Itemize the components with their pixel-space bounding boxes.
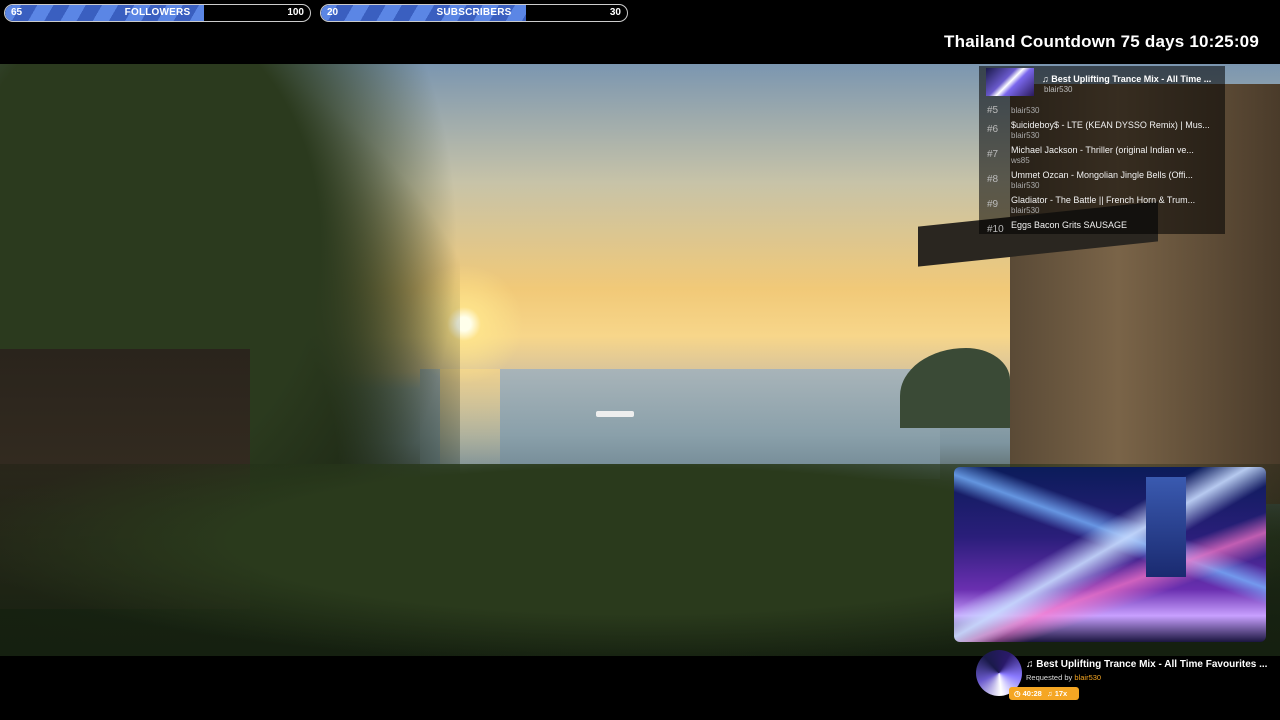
subscribers-goal-bar: 20 SUBSCRIBERS 30 xyxy=(320,4,628,22)
queue-item: #9 Gladiator - The Battle || French Horn… xyxy=(979,193,1225,218)
queue-now-user: blair530 xyxy=(1044,85,1073,94)
queue-item-title: $uicideboy$ - LTE (KEAN DYSSO Remix) | M… xyxy=(1011,120,1210,130)
queue-item-number: #5 xyxy=(987,105,999,116)
queue-item-user: ws85 xyxy=(1011,156,1030,165)
song-queue-panel: ♫ Best Uplifting Trance Mix - All Time .… xyxy=(979,66,1225,234)
video-player[interactable] xyxy=(954,467,1266,642)
queue-item-number: #10 xyxy=(987,224,1004,234)
playback-time: ◷ 40:28 xyxy=(1014,689,1042,698)
hill xyxy=(900,348,1010,428)
queue-item-user: blair530 xyxy=(1011,106,1040,115)
queue-item-user: blair530 xyxy=(1011,131,1040,140)
queue-item: #10 Eggs Bacon Grits SAUSAGE xyxy=(979,218,1225,234)
queue-item-user: blair530 xyxy=(1011,206,1040,215)
followers-label: FOLLOWERS xyxy=(124,7,191,18)
requested-by-user: blair530 xyxy=(1074,673,1102,682)
now-playing-title: ♫ Best Uplifting Trance Mix - All Time F… xyxy=(1026,659,1268,670)
queue-item: #6 $uicideboy$ - LTE (KEAN DYSSO Remix) … xyxy=(979,118,1225,143)
queue-item: #7 Michael Jackson - Thriller (original … xyxy=(979,143,1225,168)
queue-count: ♫ 17x xyxy=(1047,689,1068,698)
playback-badge: ◷ 40:28 ♫ 17x xyxy=(1009,687,1079,700)
queue-item-number: #6 xyxy=(987,124,999,135)
queue-item-title: Ummet Ozcan - Mongolian Jingle Bells (Of… xyxy=(1011,170,1193,180)
subscribers-target-value: 30 xyxy=(609,7,621,18)
queue-now-title: ♫ Best Uplifting Trance Mix - All Time .… xyxy=(1042,74,1212,84)
followers-target-value: 100 xyxy=(287,7,304,18)
queue-item-number: #8 xyxy=(987,174,999,185)
queue-item-user: blair530 xyxy=(1011,181,1040,190)
followers-goal-bar: 65 FOLLOWERS 100 xyxy=(4,4,311,22)
video-skyline xyxy=(1146,477,1186,577)
queue-item-title: Eggs Bacon Grits SAUSAGE xyxy=(1011,220,1128,230)
queue-item-number: #9 xyxy=(987,199,999,210)
now-playing-widget: ♫ Best Uplifting Trance Mix - All Time F… xyxy=(976,650,1280,705)
queue-thumbnail xyxy=(986,68,1034,96)
queue-item-title: Michael Jackson - Thriller (original Ind… xyxy=(1011,145,1194,155)
queue-now-playing: ♫ Best Uplifting Trance Mix - All Time .… xyxy=(986,68,1218,98)
queue-item: #8 Ummet Ozcan - Mongolian Jingle Bells … xyxy=(979,168,1225,193)
requested-by-text: Requested by blair530 xyxy=(1026,673,1101,682)
countdown-text: Thailand Countdown 75 days 10:25:09 xyxy=(944,32,1259,51)
queue-item-title: Gladiator - The Battle || French Horn & … xyxy=(1011,195,1196,205)
queue-item-number: #7 xyxy=(987,149,999,160)
boat xyxy=(596,411,634,417)
requested-by-prefix: Requested by xyxy=(1026,673,1073,682)
playback-time-value: 40:28 xyxy=(1022,689,1042,698)
subscribers-label: SUBSCRIBERS xyxy=(436,7,512,18)
